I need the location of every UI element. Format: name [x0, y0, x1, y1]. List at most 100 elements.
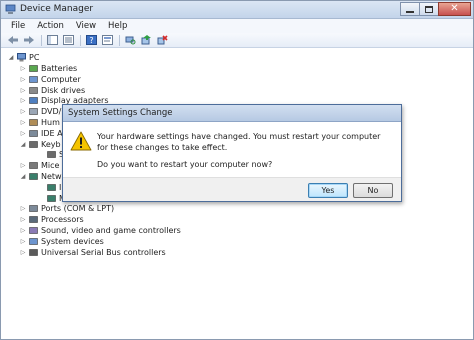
help-icon: ? [85, 35, 97, 45]
tree-item-label: DVD/ [41, 107, 62, 117]
menu-help[interactable]: Help [102, 19, 133, 33]
expand-icon[interactable]: ▷ [19, 214, 27, 225]
hid-icon [29, 119, 38, 126]
expand-icon[interactable]: ▷ [19, 247, 27, 258]
tree-item-label: Computer [41, 74, 81, 84]
expand-icon[interactable]: ▷ [19, 203, 27, 214]
tree-item[interactable]: ▷ Mice [19, 160, 60, 171]
window-controls: ✕ [400, 2, 471, 17]
expand-icon[interactable]: ▷ [19, 85, 27, 96]
tree-item-label: Processors [41, 215, 84, 225]
expand-icon[interactable]: ▷ [19, 160, 27, 171]
tree-item-label: Sound, video and game controllers [41, 226, 181, 235]
tree-item[interactable]: ▷ Batteries [19, 63, 78, 74]
tree-item[interactable]: ▷ Disk drives [19, 85, 85, 96]
dvd-icon [29, 108, 38, 115]
dialog-footer: Yes No [63, 177, 401, 201]
tree-item[interactable]: ▷ IDE A [19, 128, 63, 139]
dialog-body: Your hardware settings have changed. You… [63, 123, 401, 177]
scan-hardware-button[interactable] [123, 34, 137, 46]
help-button[interactable]: ? [84, 34, 98, 46]
tree-item[interactable]: ▷ Sound, video and game controllers [19, 225, 181, 236]
expand-icon[interactable]: ▷ [19, 225, 27, 236]
tree-item[interactable]: ▷ Hum [19, 117, 60, 128]
uninstall-button[interactable] [155, 34, 169, 46]
keyboard-device-icon [47, 151, 56, 159]
tree-item-label: Hum [41, 118, 60, 127]
keyboard-icon [29, 140, 38, 148]
toolbar-separator [41, 34, 42, 46]
tree-item[interactable]: ▷ DVD/ [19, 106, 62, 117]
menu-file[interactable]: File [5, 19, 31, 33]
collapse-icon[interactable]: ◢ [7, 52, 15, 63]
yes-button[interactable]: Yes [308, 183, 348, 198]
minimize-button[interactable] [400, 2, 420, 16]
device-manager-icon [5, 4, 16, 14]
expand-icon[interactable]: ▷ [19, 63, 27, 74]
battery-icon [29, 65, 38, 72]
maximize-button[interactable] [419, 2, 439, 16]
expand-icon[interactable]: ▷ [19, 74, 27, 85]
minimize-icon [406, 10, 414, 13]
tree-item[interactable]: ◢ Netw [19, 171, 62, 182]
console-tree-icon [46, 35, 58, 45]
dialog-title: System Settings Change [68, 108, 173, 118]
tree-item-label: Ports (COM & LPT) [41, 204, 115, 214]
properties-button[interactable] [100, 34, 114, 46]
maximize-icon [425, 5, 433, 13]
toolbar: ? [1, 33, 473, 48]
tree-item[interactable]: ◢ Keyb [19, 139, 61, 150]
tree-item[interactable]: ▷ Ports (COM & LPT) [19, 203, 114, 214]
back-button[interactable] [6, 34, 20, 46]
collapse-icon[interactable]: ◢ [19, 171, 27, 182]
back-arrow-icon [8, 36, 18, 44]
tree-item-label: IDE A [41, 128, 63, 138]
port-icon [29, 205, 38, 213]
tree-item[interactable]: ▷ System devices [19, 236, 104, 247]
tree-item-label: Disk drives [41, 85, 86, 95]
close-button[interactable]: ✕ [438, 2, 471, 16]
expand-icon[interactable]: ▷ [19, 117, 27, 128]
no-button[interactable]: No [353, 183, 393, 198]
menu-action[interactable]: Action [31, 19, 70, 33]
disk-drive-icon [29, 86, 38, 94]
update-driver-icon [141, 35, 151, 45]
ide-icon [29, 129, 38, 137]
tree-item[interactable]: ▷ Universal Serial Bus controllers [19, 247, 166, 258]
computer-icon [29, 75, 38, 83]
close-icon: ✕ [450, 3, 459, 14]
warning-icon [70, 131, 92, 151]
window-title: Device Manager [20, 4, 94, 14]
network-icon [29, 173, 38, 180]
expand-icon[interactable]: ▷ [19, 106, 27, 117]
expand-icon[interactable]: ▷ [19, 95, 27, 106]
tree-item[interactable]: ▷ Processors [19, 214, 84, 225]
up-level-button[interactable] [61, 34, 75, 46]
uninstall-icon [157, 35, 168, 45]
expand-icon[interactable]: ▷ [19, 128, 27, 139]
processor-icon [29, 216, 38, 223]
expand-icon[interactable]: ▷ [19, 236, 27, 247]
dialog-question: Do you want to restart your computer now… [97, 160, 273, 169]
tree-item-label: System devices [41, 236, 104, 246]
tree-item-label: Universal Serial Bus controllers [41, 247, 166, 257]
show-hide-tree-button[interactable] [45, 34, 59, 46]
forward-arrow-icon [24, 36, 34, 44]
tree-item[interactable]: ▷ Computer [19, 74, 81, 85]
tree-root-label: PC [29, 53, 40, 62]
display-adapter-icon [29, 97, 38, 105]
menu-view[interactable]: View [70, 19, 102, 33]
update-driver-button[interactable] [139, 34, 153, 46]
toolbar-separator [80, 34, 81, 46]
forward-button[interactable] [22, 34, 36, 46]
tree-item-label: Mice [41, 161, 60, 171]
properties-icon [101, 35, 113, 45]
tree-root[interactable]: ◢ PC [7, 52, 39, 63]
pc-icon [17, 53, 26, 62]
system-settings-dialog: System Settings Change Your hardware set… [62, 104, 402, 202]
tree-item-label: Keyb [41, 139, 61, 149]
collapse-icon[interactable]: ◢ [19, 139, 27, 150]
device-manager-window: Device Manager ✕ File Action View Help ? [0, 0, 474, 340]
